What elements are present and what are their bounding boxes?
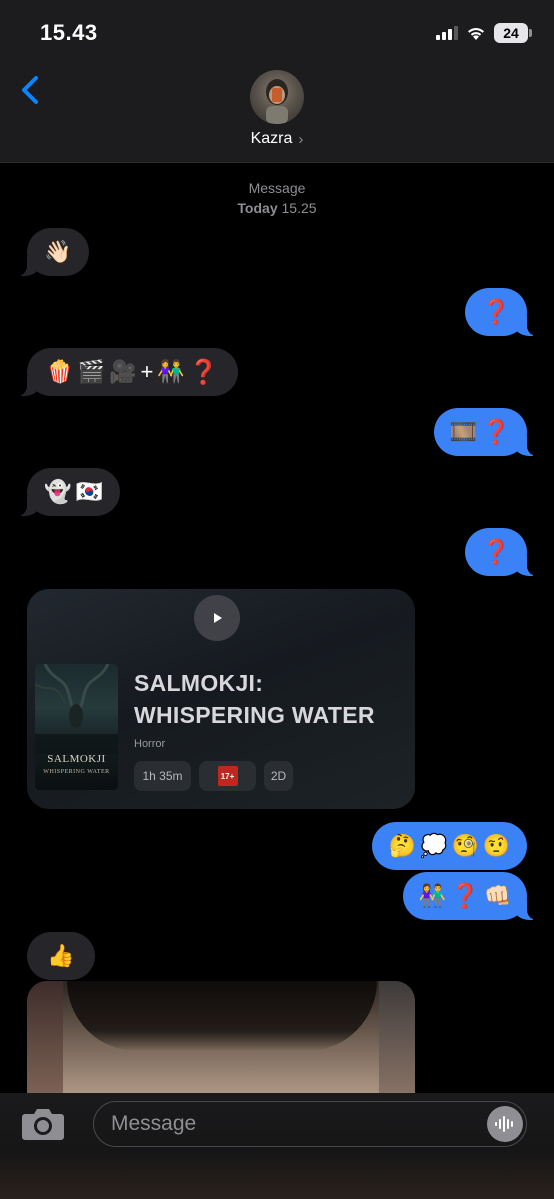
movie-format: 2D bbox=[270, 769, 287, 783]
chevron-left-icon bbox=[22, 76, 38, 104]
plus-sign: + bbox=[140, 359, 154, 384]
play-button[interactable] bbox=[194, 595, 240, 641]
waveform-icon bbox=[495, 1116, 513, 1132]
timestamp-time: 15.25 bbox=[281, 200, 317, 216]
contact-avatar[interactable] bbox=[250, 70, 304, 124]
message-bubble-incoming[interactable]: 👋🏻 bbox=[17, 228, 89, 276]
raised-eyebrow-emoji: 🤨 bbox=[482, 833, 511, 858]
message-bubble-incoming[interactable]: 👻 🇰🇷 bbox=[17, 468, 120, 516]
film-frames-emoji: 🎞️ bbox=[449, 419, 478, 444]
age-rating: 17+ bbox=[217, 766, 238, 786]
camera-icon bbox=[22, 1109, 64, 1140]
chevron-right-icon: › bbox=[298, 130, 304, 148]
status-time: 15.43 bbox=[40, 20, 98, 45]
message-input[interactable] bbox=[93, 1101, 527, 1147]
message-bubble-outgoing[interactable]: ❓ bbox=[465, 288, 537, 336]
couple-emoji: 👫 bbox=[157, 359, 185, 384]
thought-balloon-emoji: 💭 bbox=[420, 833, 448, 858]
battery-level: 24 bbox=[494, 23, 528, 43]
message-bubble-incoming[interactable]: 👍 bbox=[27, 932, 95, 980]
message-bubble-outgoing[interactable]: 🤔 💭 🧐 🤨 bbox=[372, 822, 527, 870]
duration-chip: 1h 35m bbox=[134, 761, 191, 791]
message-bubble-incoming[interactable]: 🍿 🎬 🎥 + 👫 ❓ bbox=[17, 348, 238, 396]
thinking-face-emoji: 🤔 bbox=[388, 833, 417, 858]
question-mark-emoji: ❓ bbox=[188, 358, 219, 386]
camera-button[interactable] bbox=[21, 1105, 65, 1141]
oncoming-fist-emoji: 👊🏻 bbox=[483, 883, 512, 908]
popcorn-emoji: 🍿 bbox=[46, 359, 74, 384]
message-thread[interactable]: Message Today 15.25 👋🏻 ❓ 🍿 🎬 🎥 + 👫 ❓ 🎞️ … bbox=[0, 163, 554, 1093]
status-bar: 15.43 24 bbox=[0, 0, 554, 60]
clapper-board-emoji: 🎬 bbox=[77, 359, 106, 384]
movie-title: SALMOKJI: WHISPERING WATER bbox=[134, 670, 375, 728]
photo-message[interactable] bbox=[27, 981, 415, 1093]
movie-duration: 1h 35m bbox=[142, 769, 183, 783]
face-with-monocle-emoji: 🧐 bbox=[451, 833, 479, 858]
ghost-emoji: 👻 bbox=[44, 479, 72, 504]
question-mark-emoji: ❓ bbox=[481, 418, 512, 446]
contact-name: Kazra bbox=[250, 130, 293, 147]
back-button[interactable] bbox=[18, 74, 48, 110]
status-icons: 24 bbox=[436, 23, 532, 43]
voice-message-button[interactable] bbox=[487, 1106, 523, 1142]
question-mark-emoji: ❓ bbox=[481, 298, 511, 326]
waving-hand-emoji: 👋🏻 bbox=[44, 239, 72, 264]
format-chip: 2D bbox=[264, 761, 293, 791]
movie-link-card[interactable]: SALMOKJI WHISPERING WATER SALMOKJI: WHIS… bbox=[27, 589, 415, 809]
movie-poster: SALMOKJI WHISPERING WATER bbox=[35, 664, 118, 790]
south-korea-flag-emoji: 🇰🇷 bbox=[75, 479, 103, 504]
message-bubble-outgoing[interactable]: 🎞️ ❓ bbox=[434, 408, 537, 456]
poster-title: SALMOKJI bbox=[47, 753, 106, 765]
play-icon bbox=[214, 613, 222, 623]
poster-subtitle: WHISPERING WATER bbox=[43, 769, 110, 775]
wifi-icon bbox=[468, 27, 484, 40]
rating-chip: 17+ bbox=[199, 761, 256, 791]
timestamp-label: Message bbox=[248, 180, 306, 196]
question-mark-emoji: ❓ bbox=[481, 538, 511, 566]
cellular-signal-icon bbox=[436, 26, 458, 40]
couple-emoji: 👫 bbox=[418, 883, 447, 908]
message-composer bbox=[0, 1093, 554, 1199]
message-bubble-outgoing[interactable]: 👫 ❓ 👊🏻 bbox=[403, 872, 537, 920]
avatar-photo bbox=[266, 79, 288, 124]
thumbs-up-emoji: 👍 bbox=[47, 943, 75, 968]
message-bubble-outgoing[interactable]: ❓ bbox=[465, 528, 537, 576]
timestamp-day: Today bbox=[237, 200, 278, 216]
battery-icon: 24 bbox=[494, 23, 532, 43]
question-mark-emoji: ❓ bbox=[450, 882, 480, 910]
contact-name-button[interactable]: Kazra › bbox=[0, 130, 554, 148]
conversation-header: Kazra › bbox=[0, 60, 554, 163]
movie-camera-emoji: 🎥 bbox=[109, 359, 137, 384]
thread-timestamp: Message Today 15.25 bbox=[0, 178, 554, 218]
movie-genre: Horror bbox=[134, 738, 166, 750]
